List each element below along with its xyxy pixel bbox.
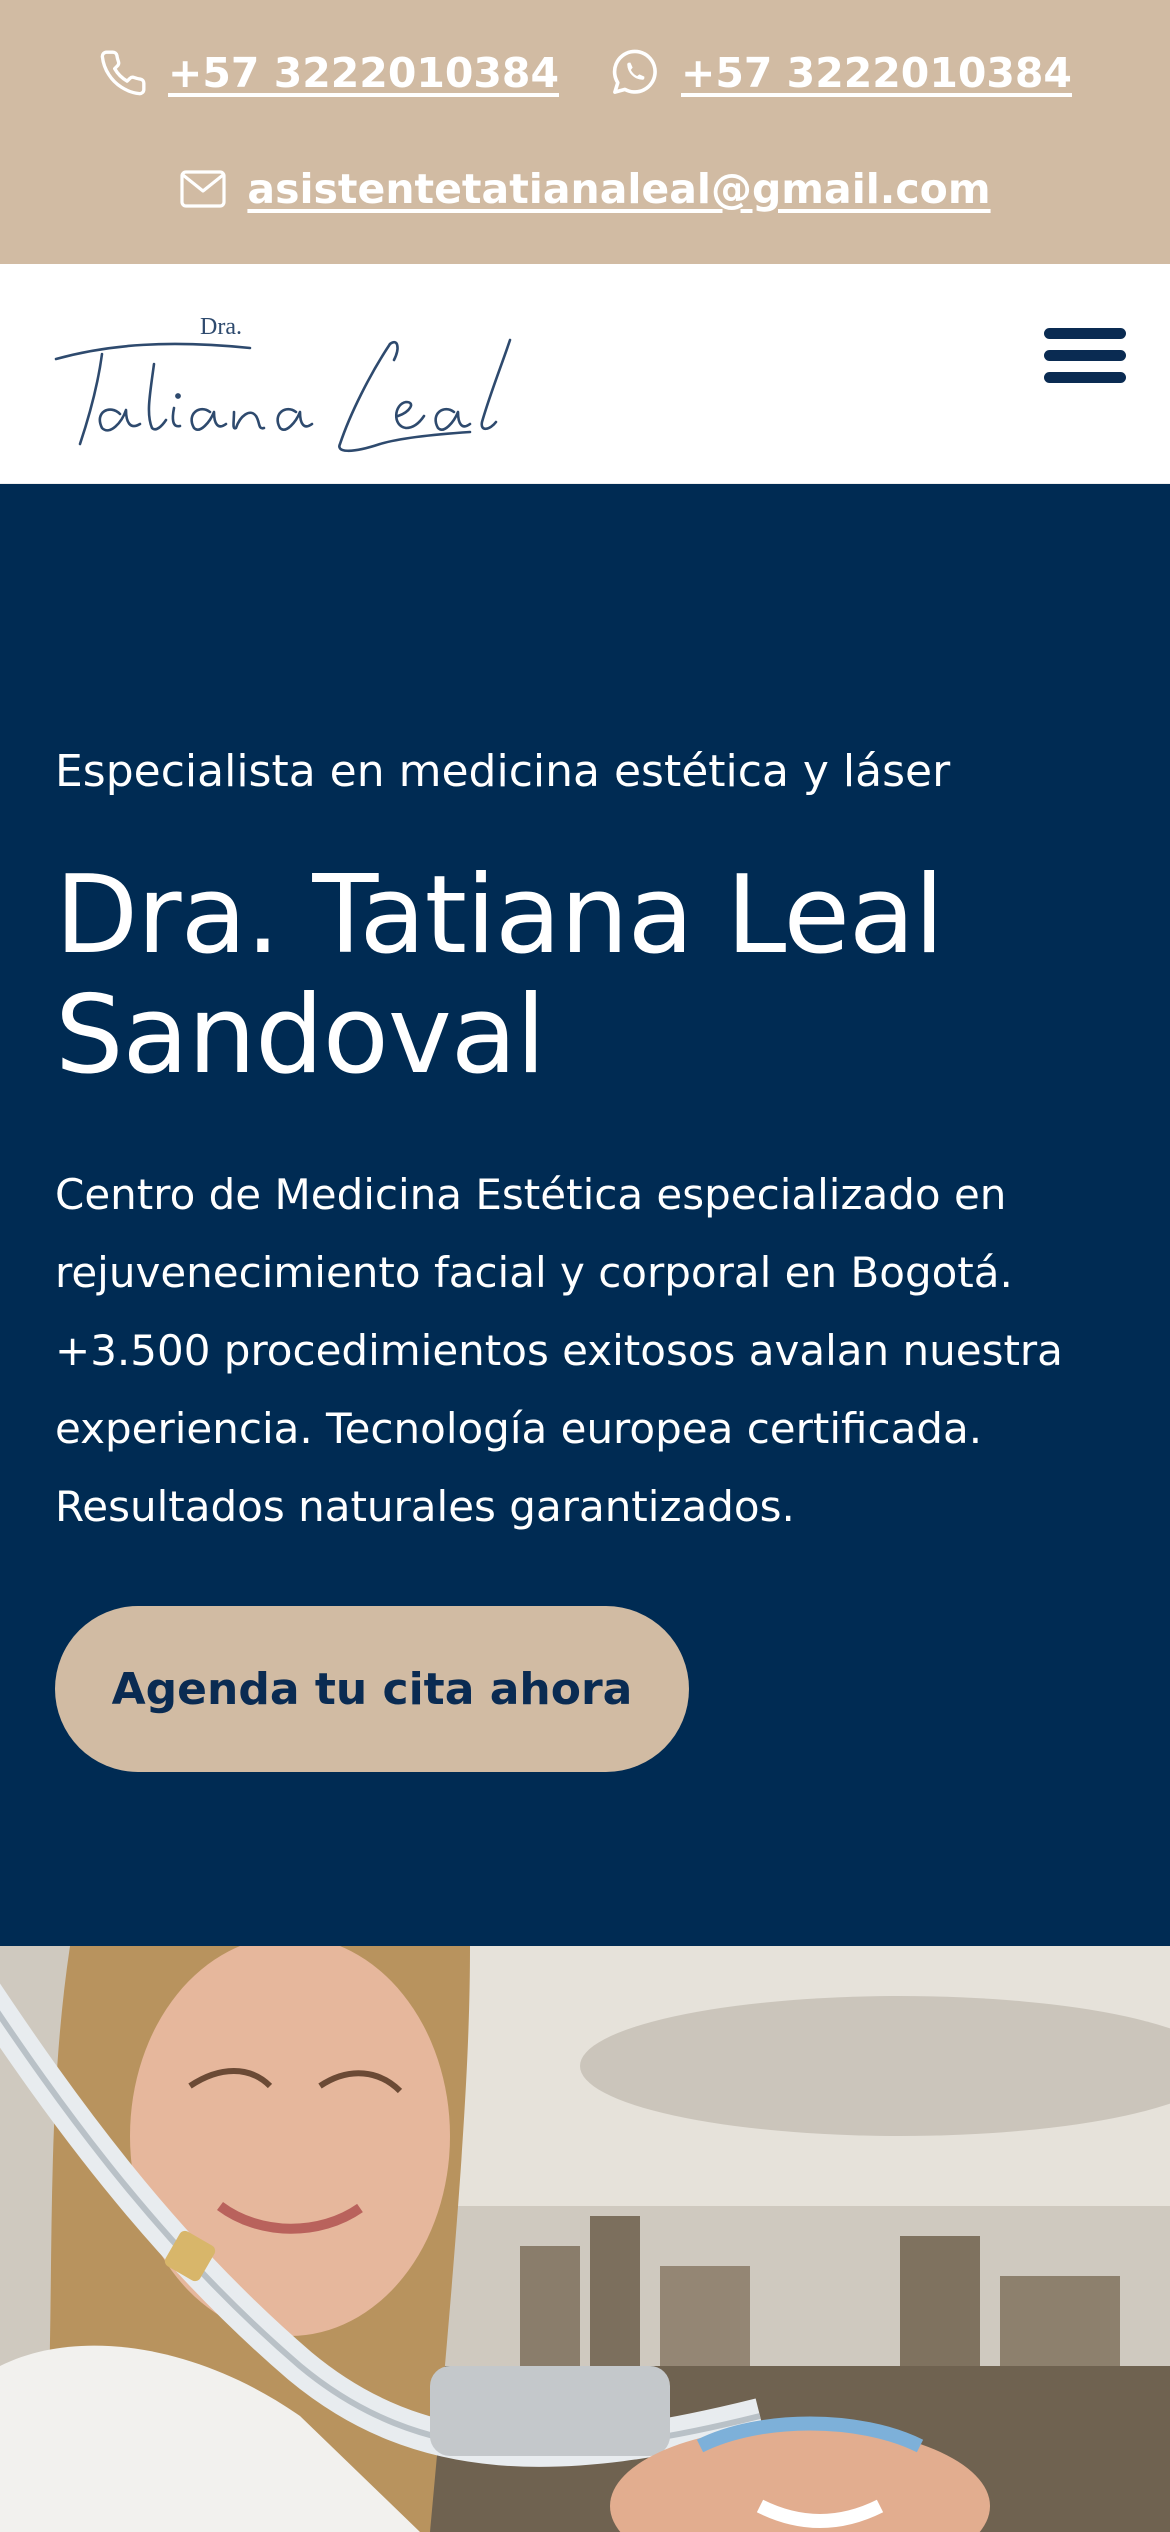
hero-section: Especialista en medicina estética y láse… xyxy=(0,484,1170,1946)
contact-bar: +57 3222010384 +57 3222010384 asistentet… xyxy=(0,0,1170,264)
hero-eyebrow: Especialista en medicina estética y láse… xyxy=(55,746,951,797)
contact-row-phones: +57 3222010384 +57 3222010384 xyxy=(0,40,1170,106)
email-link[interactable]: asistentetatianaleal@gmail.com xyxy=(179,165,991,213)
phone-number[interactable]: +57 3222010384 xyxy=(168,49,559,97)
book-appointment-button[interactable]: Agenda tu cita ahora xyxy=(55,1606,689,1772)
site-logo[interactable]: Dra. xyxy=(50,304,530,454)
whatsapp-number[interactable]: +57 3222010384 xyxy=(681,49,1072,97)
hero-photo xyxy=(0,1946,1170,2532)
email-address[interactable]: asistentetatianaleal@gmail.com xyxy=(247,165,990,213)
mail-icon xyxy=(179,169,227,209)
phone-link[interactable]: +57 3222010384 xyxy=(98,48,559,98)
hero-description: Centro de Medicina Estética especializad… xyxy=(55,1170,1063,1531)
hero-title: Dra. Tatiana Leal Sandoval xyxy=(55,856,1135,1096)
svg-text:Dra.: Dra. xyxy=(200,314,242,340)
whatsapp-link[interactable]: +57 3222010384 xyxy=(607,46,1072,100)
site-header: Dra. xyxy=(0,264,1170,484)
hamburger-menu-icon[interactable] xyxy=(1040,320,1130,392)
contact-row-email: asistentetatianaleal@gmail.com xyxy=(0,156,1170,222)
hero-title-line1: Dra. Tatiana Leal xyxy=(55,853,944,978)
hero-title-line2: Sandoval xyxy=(55,973,546,1098)
phone-icon xyxy=(98,48,148,98)
whatsapp-icon xyxy=(607,46,661,100)
